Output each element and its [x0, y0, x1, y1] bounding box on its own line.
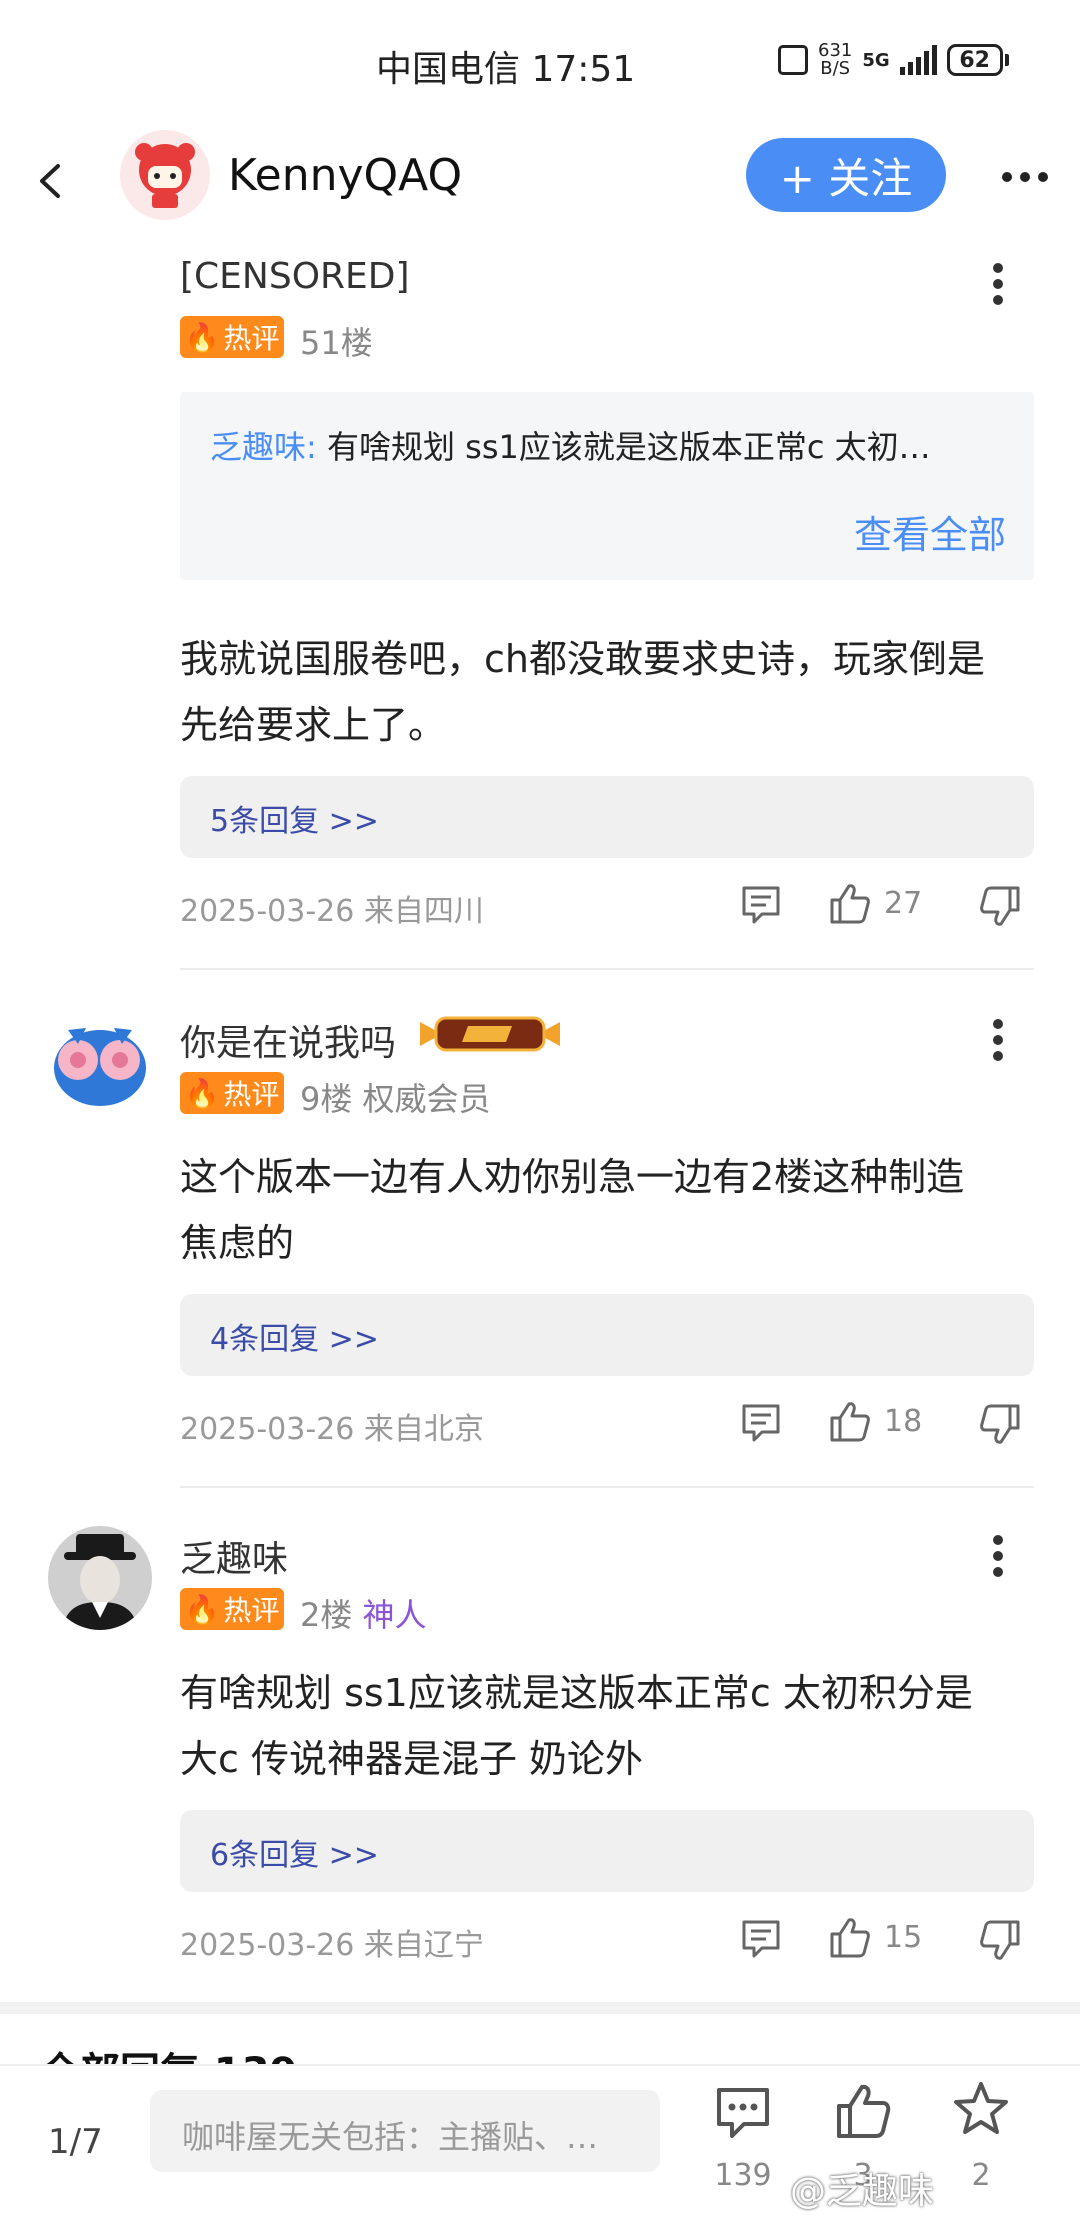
quote-author: 乏趣味: [210, 428, 317, 466]
date-location: 2025-03-26 来自四川 [180, 894, 484, 929]
top-nav-bar: KennyQAQ + 关注 [0, 130, 1080, 250]
comments-icon[interactable] [714, 2084, 772, 2142]
comment-divider [180, 1486, 1034, 1488]
comment-username[interactable]: [CENSORED] [180, 256, 410, 297]
more-options-icon[interactable] [1000, 170, 1050, 184]
thumbs-up-icon[interactable] [834, 2082, 892, 2140]
comment-more-icon[interactable] [992, 1018, 1004, 1062]
net-speed: 631 B/S [818, 40, 853, 79]
like-icon[interactable] [828, 1400, 872, 1444]
avatar-image [48, 1010, 152, 1114]
floor-number: 9楼 [300, 1080, 353, 1118]
network-type: 5G [862, 49, 890, 71]
commenter-avatar[interactable] [48, 1526, 152, 1630]
favorite-count: 2 [971, 2158, 991, 2193]
section-separator [0, 2002, 1080, 2014]
fire-icon: 🔥 [184, 320, 220, 354]
hot-comment-badge: 🔥 热评 [180, 1072, 284, 1114]
member-role: 权威会员 [362, 1080, 491, 1118]
comment-meta: 51楼 [300, 318, 373, 364]
like-count: 15 [884, 1920, 923, 1955]
quote-text: 乏趣味: 有啥规划 ss1应该就是这版本正常c 太初… [210, 428, 931, 466]
input-placeholder: 咖啡屋无关包括：主播贴、… [182, 2118, 599, 2156]
comment-meta: 2楼 神人 [300, 1590, 427, 1636]
member-role: 神人 [362, 1596, 427, 1634]
floor-number: 51楼 [300, 324, 373, 362]
hot-comment-badge: 🔥 热评 [180, 316, 284, 358]
comment-footer: 2025-03-26 来自辽宁 15 [180, 1916, 1040, 1966]
like-count: 18 [884, 1404, 923, 1439]
comment-meta: 9楼 权威会员 [300, 1074, 491, 1120]
comment-footer: 2025-03-26 来自北京 18 [180, 1400, 1040, 1450]
commenter-avatar[interactable] [48, 1010, 152, 1114]
replies-link[interactable]: 4条回复 >> [180, 1294, 1034, 1376]
view-all-link[interactable]: 查看全部 [854, 504, 1006, 559]
comment-more-icon[interactable] [992, 1534, 1004, 1578]
floor-number: 2楼 [300, 1596, 353, 1634]
all-replies-header: 全部回复 139 [40, 2040, 297, 2066]
like-icon[interactable] [828, 882, 872, 926]
reply-icon[interactable] [740, 1402, 782, 1444]
dislike-icon[interactable] [978, 1402, 1022, 1446]
battery-cap [1004, 54, 1009, 66]
author-name[interactable]: KennyQAQ [228, 150, 462, 201]
like-count: 27 [884, 886, 923, 921]
comment-count: 139 [714, 2158, 772, 2193]
comment-username[interactable]: 你是在说我吗 [180, 1014, 396, 1066]
hot-comment-badge: 🔥 热评 [180, 1588, 284, 1630]
star-icon[interactable] [952, 2080, 1010, 2138]
replies-link[interactable]: 6条回复 >> [180, 1810, 1034, 1892]
like-icon[interactable] [828, 1916, 872, 1960]
avatar-image [120, 130, 210, 220]
fire-icon: 🔥 [184, 1592, 220, 1626]
dislike-icon[interactable] [978, 884, 1022, 928]
comment-body: 有啥规划 ss1应该就是这版本正常c 太初积分是 大c 传说神器是混子 奶论外 [180, 1671, 973, 1781]
date-location: 2025-03-26 来自辽宁 [180, 1928, 484, 1963]
comment-body: 这个版本一边有人劝你别急一边有2楼这种制造 焦虑的 [180, 1155, 965, 1265]
date-location: 2025-03-26 来自北京 [180, 1412, 484, 1447]
comment-more-icon[interactable] [992, 262, 1004, 306]
replies-link[interactable]: 5条回复 >> [180, 776, 1034, 858]
reply-icon[interactable] [740, 884, 782, 926]
status-bar: 中国电信 17:51 631 B/S 5G 62 [0, 0, 1080, 130]
level-medal-icon [420, 1016, 560, 1052]
follow-button[interactable]: + 关注 [746, 138, 946, 212]
vibrate-icon [778, 45, 808, 75]
comment-input[interactable]: 咖啡屋无关包括：主播贴、… [150, 2090, 660, 2172]
comment-body: 我就说国服卷吧，ch都没敢要求史诗，玩家倒是 先给要求上了。 [180, 637, 985, 747]
avatar-image [48, 1526, 152, 1630]
watermark: @乏趣味 [790, 2171, 935, 2212]
reply-icon[interactable] [740, 1918, 782, 1960]
status-icons: 631 B/S 5G 62 [778, 40, 1009, 80]
carrier-time: 中国电信 17:51 [376, 49, 636, 90]
quoted-comment[interactable]: 乏趣味: 有啥规划 ss1应该就是这版本正常c 太初… 查看全部 [180, 392, 1034, 580]
author-avatar[interactable] [120, 130, 210, 220]
comment-footer: 2025-03-26 来自四川 27 [180, 882, 1040, 932]
dislike-icon[interactable] [978, 1918, 1022, 1962]
fire-icon: 🔥 [184, 1076, 220, 1110]
signal-icon [899, 45, 937, 75]
comment-divider [180, 968, 1034, 970]
battery-icon: 62 [946, 44, 1003, 76]
comment-username[interactable]: 乏趣味 [180, 1530, 288, 1582]
back-arrow-icon[interactable] [28, 158, 74, 204]
page-indicator[interactable]: 1/7 [48, 2122, 103, 2162]
